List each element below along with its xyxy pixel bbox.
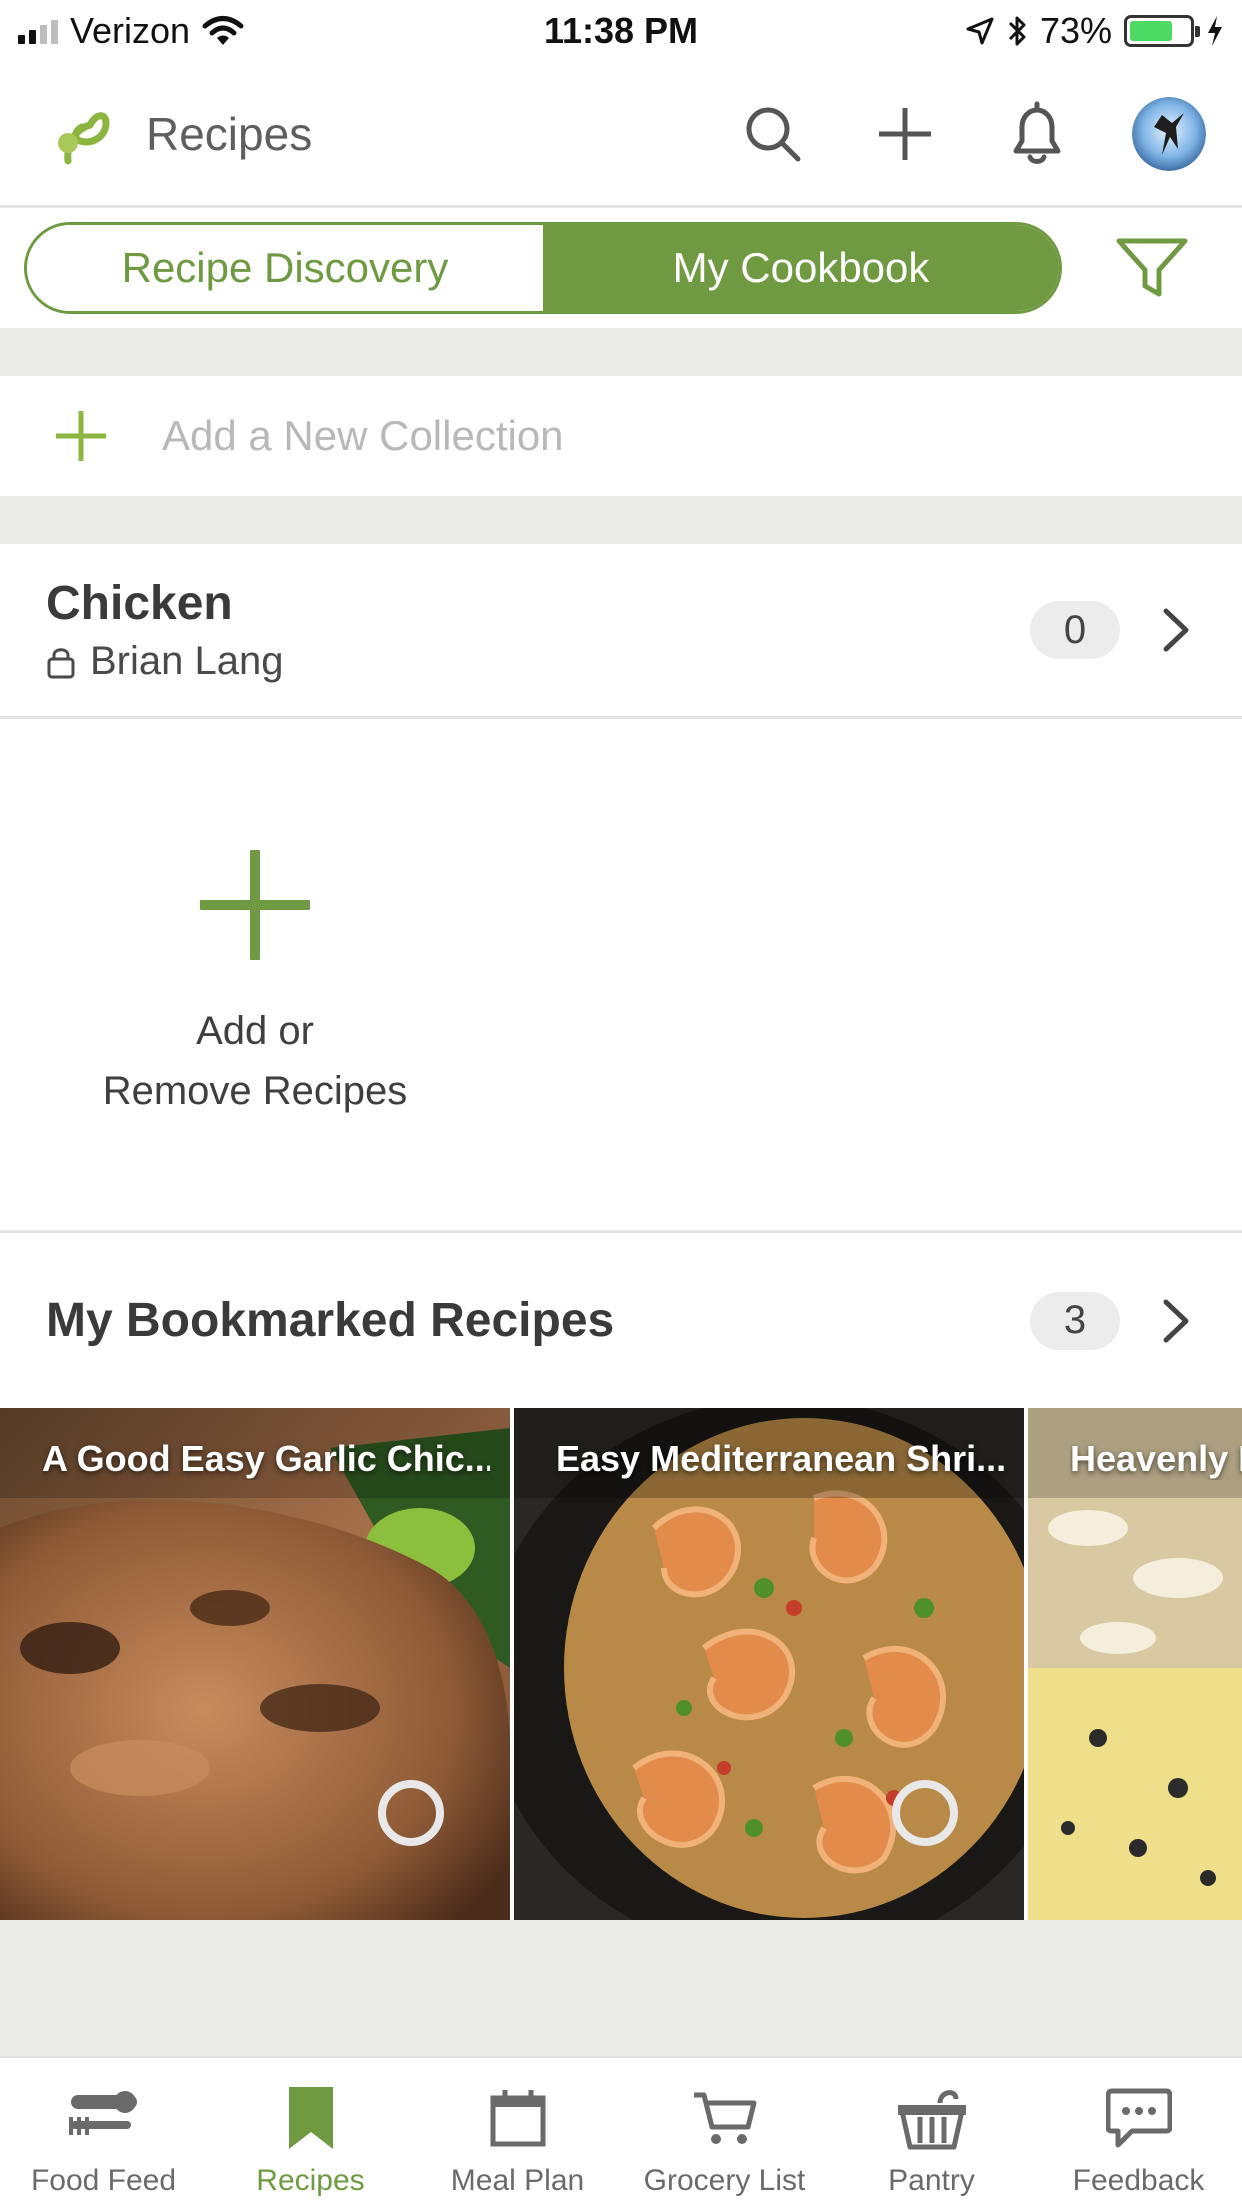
lock-icon: [47, 647, 75, 678]
recipe-card[interactable]: A Good Easy Garlic Chic...: [0, 1408, 510, 1920]
header-actions: [736, 96, 1206, 171]
tab-meal-plan[interactable]: Meal Plan: [414, 2058, 621, 2208]
signal-icon: [18, 18, 58, 44]
charging-bolt-icon: [1208, 16, 1222, 46]
tab-label: Pantry: [888, 2164, 975, 2197]
bell-icon: [1013, 101, 1061, 164]
plus-icon: [197, 847, 313, 963]
tab-recipes[interactable]: Recipes: [207, 2058, 414, 2208]
battery-fill: [1130, 21, 1173, 41]
tab-recipe-discovery[interactable]: Recipe Discovery: [27, 225, 543, 311]
collection-info: Chicken Brian Lang: [46, 576, 1030, 684]
notifications-button[interactable]: [1000, 97, 1074, 171]
chat-bubble-icon: [1099, 2084, 1179, 2152]
segmented-row: Recipe Discovery My Cookbook: [0, 208, 1242, 328]
filter-icon: [1116, 238, 1188, 297]
collection-title: Chicken: [46, 577, 233, 630]
recipe-image: [514, 1408, 1024, 1920]
filter-button[interactable]: [1112, 228, 1192, 308]
recipe-title: Heavenly H: [1070, 1438, 1242, 1479]
collection-info: My Bookmarked Recipes: [46, 1293, 1030, 1348]
status-right: 73%: [966, 10, 1224, 52]
search-button[interactable]: [736, 97, 810, 171]
calendar-icon: [478, 2084, 558, 2152]
recipe-image: [0, 1408, 510, 1920]
tab-label: Grocery List: [643, 2164, 806, 2197]
carrier-label: Verizon: [70, 10, 191, 51]
plus-icon: [56, 411, 106, 461]
plus-icon: [879, 107, 931, 160]
bottom-spacer: [0, 1920, 1242, 2056]
recipe-title: Easy Mediterranean Shri...: [556, 1438, 1004, 1479]
wifi-icon: [202, 16, 244, 45]
tab-grocery-list[interactable]: Grocery List: [621, 2058, 828, 2208]
section-separator: [0, 328, 1242, 376]
page-title: Recipes: [146, 107, 313, 160]
search-icon: [746, 107, 801, 161]
select-circle-icon[interactable]: [892, 1780, 958, 1846]
bluetooth-icon: [1008, 16, 1026, 46]
food-feed-icon: [64, 2084, 144, 2152]
tab-feedback[interactable]: Feedback: [1035, 2058, 1242, 2208]
chevron-right-icon[interactable]: [1156, 600, 1196, 660]
status-left: Verizon: [18, 10, 244, 52]
collection-header-bookmarked[interactable]: My Bookmarked Recipes 3: [0, 1233, 1242, 1408]
bottom-tab-bar: Food Feed Recipes Meal Plan Grocery List…: [0, 2056, 1242, 2208]
add-remove-line2: Remove Recipes: [102, 1069, 408, 1113]
view-switcher: Recipe Discovery My Cookbook: [24, 222, 1062, 314]
app-logo-icon: [58, 111, 110, 164]
collection-header-chicken[interactable]: Chicken Brian Lang 0: [0, 544, 1242, 716]
cart-icon: [685, 2084, 765, 2152]
tab-food-feed[interactable]: Food Feed: [0, 2058, 207, 2208]
recipe-title: A Good Easy Garlic Chic...: [42, 1438, 490, 1479]
avatar-image: [1132, 96, 1206, 171]
add-button[interactable]: [868, 97, 942, 171]
add-remove-label: Add or Remove Recipes: [80, 1001, 430, 1121]
add-collection-row[interactable]: Add a New Collection: [0, 376, 1242, 496]
status-bar: Verizon 73% 11:38 PM: [0, 0, 1242, 62]
tab-label: Food Feed: [30, 2164, 177, 2197]
location-arrow-icon: [966, 17, 994, 45]
select-circle-icon[interactable]: [378, 1780, 444, 1846]
recipe-image: [1028, 1408, 1242, 1920]
recipe-count-badge: 0: [1030, 601, 1120, 659]
battery-icon: [1124, 15, 1200, 47]
tab-label: Recipes: [256, 2164, 365, 2197]
app-header: Recipes: [0, 62, 1242, 208]
chevron-right-icon[interactable]: [1156, 1291, 1196, 1351]
collection-owner: Brian Lang: [46, 639, 1030, 684]
section-separator: [0, 496, 1242, 544]
recipe-count-badge: 3: [1030, 1291, 1120, 1350]
bookmark-icon: [271, 2084, 351, 2152]
add-remove-recipes-button[interactable]: Add or Remove Recipes: [80, 847, 430, 1121]
add-remove-line1: Add or: [196, 1009, 314, 1053]
recipe-card[interactable]: Easy Mediterranean Shri...: [514, 1408, 1024, 1920]
add-collection-label: Add a New Collection: [162, 412, 564, 459]
battery-percent: 73%: [1039, 10, 1112, 51]
tab-pantry[interactable]: Pantry: [828, 2058, 1035, 2208]
tab-label: Feedback: [1072, 2164, 1205, 2197]
recipe-carousel[interactable]: A Good Easy Garlic Chic... Easy Mediterr…: [0, 1408, 1242, 1920]
divider: [0, 716, 1242, 719]
basket-icon: [892, 2084, 972, 2152]
tab-my-cookbook[interactable]: My Cookbook: [543, 225, 1059, 311]
avatar[interactable]: [1132, 96, 1206, 171]
owner-name: Brian Lang: [90, 639, 284, 683]
recipe-card[interactable]: Heavenly H: [1028, 1408, 1242, 1920]
tab-label: Meal Plan: [450, 2164, 585, 2197]
collection-title: My Bookmarked Recipes: [46, 1294, 615, 1347]
